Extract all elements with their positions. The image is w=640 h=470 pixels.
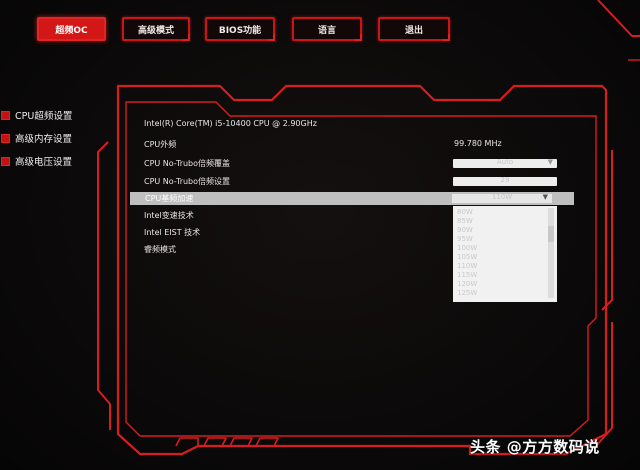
select-value: Auto (496, 158, 514, 166)
ratio-override-select[interactable]: Auto ▼ (453, 158, 557, 168)
chevron-down-icon: ▼ (542, 193, 548, 201)
select-value: 110W (491, 193, 513, 201)
bullet-icon (1, 110, 10, 120)
tab-label: BIOS功能 (218, 25, 262, 36)
setting-value-bclk: 99.780 MHz (454, 139, 502, 148)
dropdown-scrollbar[interactable] (548, 208, 554, 298)
setting-label-eist: Intel EIST 技术 (144, 228, 201, 237)
dropdown-option[interactable]: 115W (457, 271, 477, 279)
dropdown-option[interactable]: 120W (457, 280, 477, 288)
corner-tick (355, 34, 362, 41)
setting-label-bclk: CPU外频 (144, 140, 177, 149)
tab-label: 超频OC (55, 25, 88, 36)
tab-language[interactable]: 语言 (292, 17, 362, 41)
sidebar-item-label: 高级内存设置 (15, 134, 73, 145)
setting-label-speedstep: Intel变速技术 (144, 211, 194, 220)
setting-label-base-boost: CPU基频加速 (145, 194, 194, 203)
bullet-icon (1, 156, 10, 166)
dropdown-option[interactable]: 90W (457, 226, 473, 234)
dropdown-option[interactable]: 110W (457, 262, 477, 270)
chevron-down-icon: ▼ (547, 158, 553, 166)
base-boost-dropdown[interactable]: 80W 85W 90W 95W 100W 105W 110W 115W 120W… (453, 206, 557, 302)
sidebar-item-label: 高级电压设置 (15, 157, 73, 168)
sidebar-item-voltage[interactable]: 高级电压设置 (0, 154, 72, 168)
setting-label-ratio-set: CPU No-Trubo倍频设置 (144, 177, 231, 186)
base-boost-select[interactable]: 110W ▼ (452, 193, 552, 203)
dropdown-option[interactable]: 95W (457, 235, 473, 243)
dropdown-option[interactable]: 100W (457, 244, 477, 252)
dropdown-option[interactable]: 125W (457, 289, 477, 297)
corner-tick (443, 34, 450, 41)
tab-label: 语言 (317, 25, 336, 36)
sidebar-item-label: CPU超频设置 (15, 111, 73, 122)
tab-oc[interactable]: 超频OC (37, 17, 106, 41)
scrollbar-thumb[interactable] (548, 226, 554, 242)
bullet-icon (1, 133, 10, 143)
input-value: 29 (500, 176, 510, 184)
tab-label: 高级模式 (137, 25, 174, 36)
ratio-set-input[interactable]: 29 (453, 176, 557, 186)
tab-label: 退出 (404, 25, 423, 36)
tab-advanced[interactable]: 高级模式 (122, 17, 190, 41)
sidebar-item-memory[interactable]: 高级内存设置 (0, 131, 72, 145)
dropdown-option[interactable]: 105W (457, 253, 477, 261)
dropdown-option[interactable]: 85W (457, 217, 473, 225)
dropdown-option[interactable]: 80W (457, 208, 473, 216)
tab-exit[interactable]: 退出 (378, 17, 450, 41)
setting-label-ratio-override: CPU No-Trubo倍频覆盖 (144, 159, 231, 168)
corner-tick (183, 34, 190, 41)
sidebar-item-cpu-oc[interactable]: CPU超频设置 (0, 108, 72, 122)
watermark: 头条 @方方数码说 (470, 438, 600, 456)
setting-label-turbo-mode: 睿频模式 (144, 245, 176, 254)
corner-tick (268, 34, 275, 41)
setting-row-base-boost[interactable]: CPU基频加速 110W ▼ (130, 192, 574, 205)
cpu-name: Intel(R) Core(TM) i5-10400 CPU @ 2.90GHz (144, 119, 317, 128)
tab-bios-features[interactable]: BIOS功能 (205, 17, 275, 41)
